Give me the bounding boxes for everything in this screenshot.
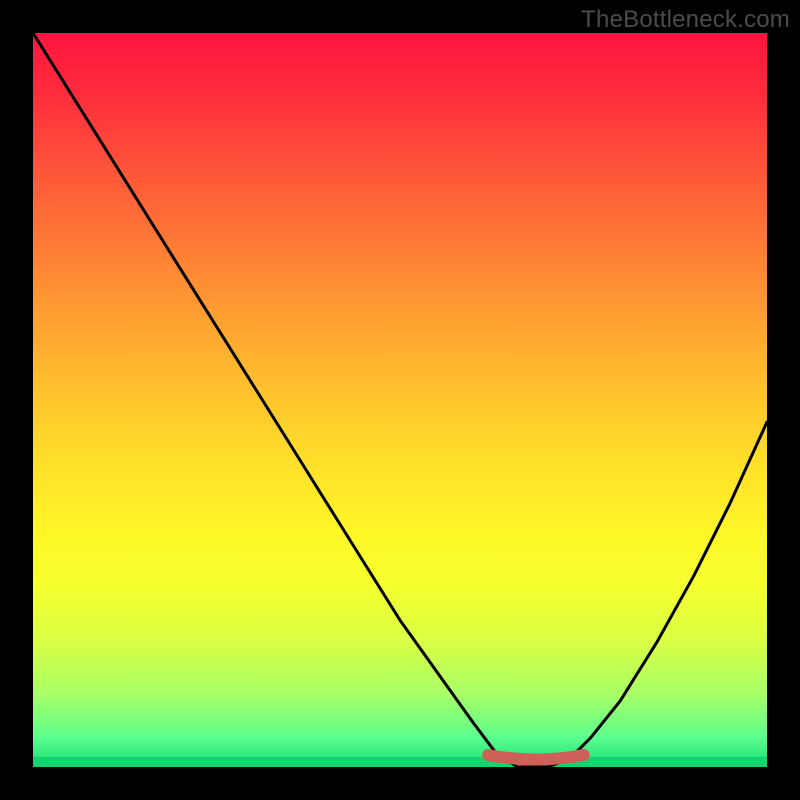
plot-area (33, 33, 767, 767)
bottleneck-curve-svg (33, 33, 767, 767)
watermark-text: TheBottleneck.com (581, 6, 790, 34)
chart-frame: TheBottleneck.com (0, 0, 800, 800)
optimal-zone-stroke (488, 755, 583, 760)
bottleneck-curve (33, 33, 767, 767)
